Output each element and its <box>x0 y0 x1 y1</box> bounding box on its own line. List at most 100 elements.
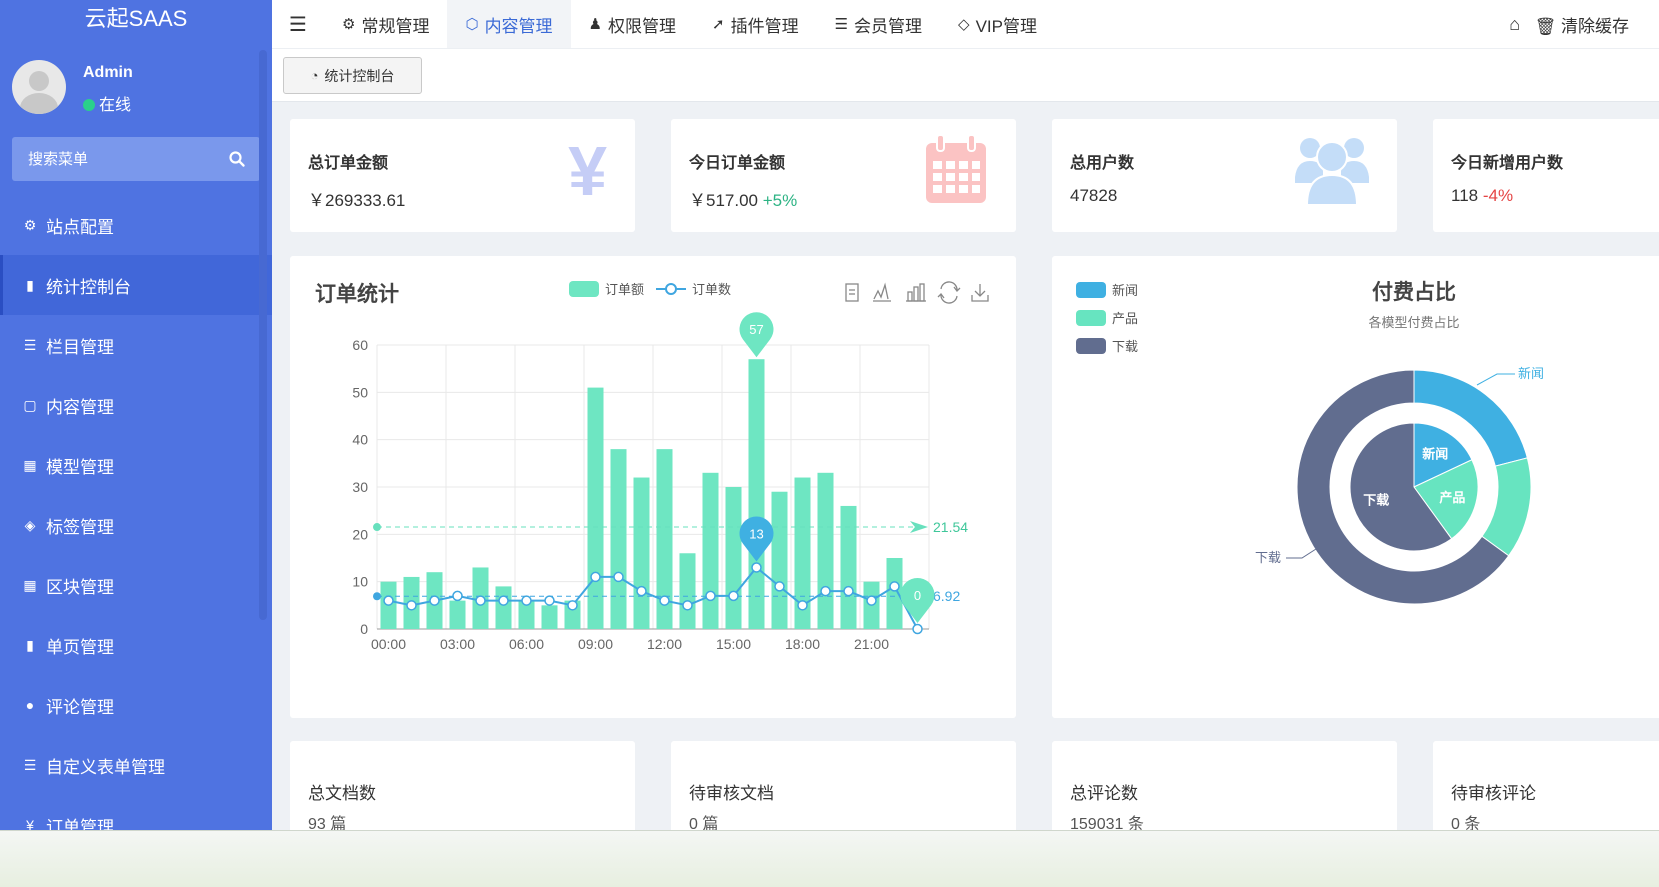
sidebar-item[interactable]: ¥ 订单管理 <box>0 795 272 830</box>
count-point <box>429 595 440 606</box>
top-tab-label: 插件管理 <box>730 16 799 36</box>
sidebar-item-label: 统计控制台 <box>46 277 131 297</box>
search-icon[interactable] <box>228 150 246 168</box>
sidebar-item-label: 模型管理 <box>46 457 114 477</box>
users-icon <box>1295 138 1369 205</box>
line-min-marker-label: 0 <box>914 588 921 603</box>
bar <box>817 472 834 629</box>
user-status-label: 在线 <box>99 97 132 114</box>
x-tick-label: 03:00 <box>440 636 475 652</box>
clear-cache-button[interactable]: 🗑 清除缓存 <box>1535 12 1659 37</box>
sidebar-item[interactable]: ▦ 区块管理 <box>0 555 272 615</box>
menu-toggle-icon[interactable]: ☰ <box>272 0 324 48</box>
bar-max-marker-label: 57 <box>749 322 763 337</box>
count-point <box>774 581 785 592</box>
top-tab[interactable]: ⚙ 常规管理 <box>324 0 447 48</box>
sidebar-item[interactable]: ▦ 模型管理 <box>0 435 272 495</box>
cogs-icon: ⚙ <box>342 16 356 33</box>
bar <box>449 600 466 629</box>
window-taskbar <box>0 830 1659 887</box>
stat-change-down: -4% <box>1482 186 1514 205</box>
sidebar-item[interactable]: ☰ 自定义表单管理 <box>0 735 272 795</box>
avg-label-count: 6.92 <box>933 588 960 604</box>
count-point <box>544 595 555 606</box>
count-point <box>889 581 900 592</box>
x-tick-label: 15:00 <box>716 636 751 652</box>
top-tab[interactable]: ♟ 权限管理 <box>571 0 694 48</box>
count-point <box>590 571 601 583</box>
doc-total-card: 总文档数 93 篇 <box>290 741 635 841</box>
top-tab-label: 内容管理 <box>484 16 553 36</box>
grid-icon: ▦ <box>23 456 37 473</box>
count-point <box>452 590 463 602</box>
bar <box>541 605 558 629</box>
dashboard-tab[interactable]: ◔ 统计控制台 <box>283 57 422 94</box>
blocks-icon: ▦ <box>23 576 37 593</box>
count-point <box>636 585 647 597</box>
top-tab[interactable]: ⬡ 内容管理 <box>447 0 571 48</box>
top-tab-label: 常规管理 <box>361 16 430 36</box>
bottom-stat-title: 待审核评论 <box>1451 784 1536 803</box>
bar <box>633 477 650 629</box>
sidebar: 云起SAAS Admin 在线 ⚙ 站点配置 ▮ 统计控制台 ☰ 栏目管理 ▢ 内容管理 ▦ 模型… <box>0 0 272 830</box>
top-tab[interactable]: ☰ 会员管理 <box>817 0 940 48</box>
sidebar-item[interactable]: ▮ 单页管理 <box>0 615 272 675</box>
stat-value: ￥517.00 +5% <box>689 191 798 210</box>
user-panel: Admin 在线 <box>12 60 262 116</box>
bar <box>886 558 903 629</box>
count-point <box>797 600 808 611</box>
stat-title: 今日新增用户数 <box>1451 155 1564 172</box>
y-tick-label: 10 <box>352 574 368 590</box>
outer-ring-slice <box>1481 457 1532 557</box>
search-input[interactable] <box>12 137 222 181</box>
sidebar-item[interactable]: ▮ 统计控制台 <box>0 255 272 315</box>
bottom-stat-title: 总文档数 <box>308 784 376 803</box>
y-tick-label: 20 <box>352 526 368 542</box>
sidebar-scrollbar[interactable] <box>259 50 267 620</box>
sidebar-item[interactable]: ● 评论管理 <box>0 675 272 735</box>
sidebar-item[interactable]: ◈ 标签管理 <box>0 495 272 555</box>
clear-cache-label: 清除缓存 <box>1561 16 1629 36</box>
count-point <box>728 590 739 602</box>
count-point <box>820 585 831 597</box>
stat-title: 总订单金额 <box>308 155 389 172</box>
list-icon: ☰ <box>23 756 37 773</box>
count-point <box>659 595 670 606</box>
dashboard-tab-label: 统计控制台 <box>324 67 395 84</box>
count-point <box>613 571 624 583</box>
y-tick-label: 40 <box>352 432 368 448</box>
bar-chart-icon: ▮ <box>26 276 34 293</box>
stat-card-today-amount: 今日订单金额 ￥517.00 +5% <box>671 119 1016 232</box>
bar <box>748 359 765 629</box>
count-point <box>383 595 394 606</box>
top-tab[interactable]: ◇ VIP管理 <box>940 0 1055 48</box>
sidebar-item[interactable]: ⚙ 站点配置 <box>0 195 272 255</box>
home-icon[interactable]: ⌂ <box>1495 14 1535 35</box>
user-name: Admin <box>83 64 133 81</box>
stat-card-new-users: 今日新增用户数 118 -4% <box>1433 119 1659 232</box>
top-tab[interactable]: ➚ 插件管理 <box>694 0 817 48</box>
payment-pie-card: 新闻 产品 下载 付费占比 各模型付费占比 新闻 产品 下载 新闻 下载 <box>1052 256 1659 718</box>
news-outer-label: 新闻 <box>1518 366 1544 381</box>
cubes-icon: ⬡ <box>465 16 479 33</box>
doc-pending-card: 待审核文档 0 篇 <box>671 741 1016 841</box>
avg-line-bar-start <box>373 523 381 532</box>
sidebar-item-label: 订单管理 <box>46 817 114 831</box>
avatar[interactable] <box>12 60 66 114</box>
brand-logo[interactable]: 云起SAAS <box>0 0 272 40</box>
page-icon: ▮ <box>26 636 34 653</box>
sidebar-item-label: 栏目管理 <box>46 337 114 357</box>
users-icon: ♟ <box>588 16 603 33</box>
stat-title: 总用户数 <box>1070 155 1135 172</box>
pie-slice-label: 新闻 <box>1422 446 1448 461</box>
sidebar-item[interactable]: ▢ 内容管理 <box>0 375 272 435</box>
comment-pending-card: 待审核评论 0 条 <box>1433 741 1659 841</box>
tab-bar: ◔ 统计控制台 <box>272 48 1659 102</box>
pie-chart-svg: 新闻产品下载新闻下载 <box>1255 366 1544 605</box>
bar <box>771 491 788 629</box>
sidebar-item-label: 内容管理 <box>46 397 114 417</box>
sidebar-item-label: 单页管理 <box>46 637 114 657</box>
sidebar-item[interactable]: ☰ 栏目管理 <box>0 315 272 375</box>
count-point <box>843 585 854 597</box>
y-tick-label: 30 <box>352 479 368 495</box>
